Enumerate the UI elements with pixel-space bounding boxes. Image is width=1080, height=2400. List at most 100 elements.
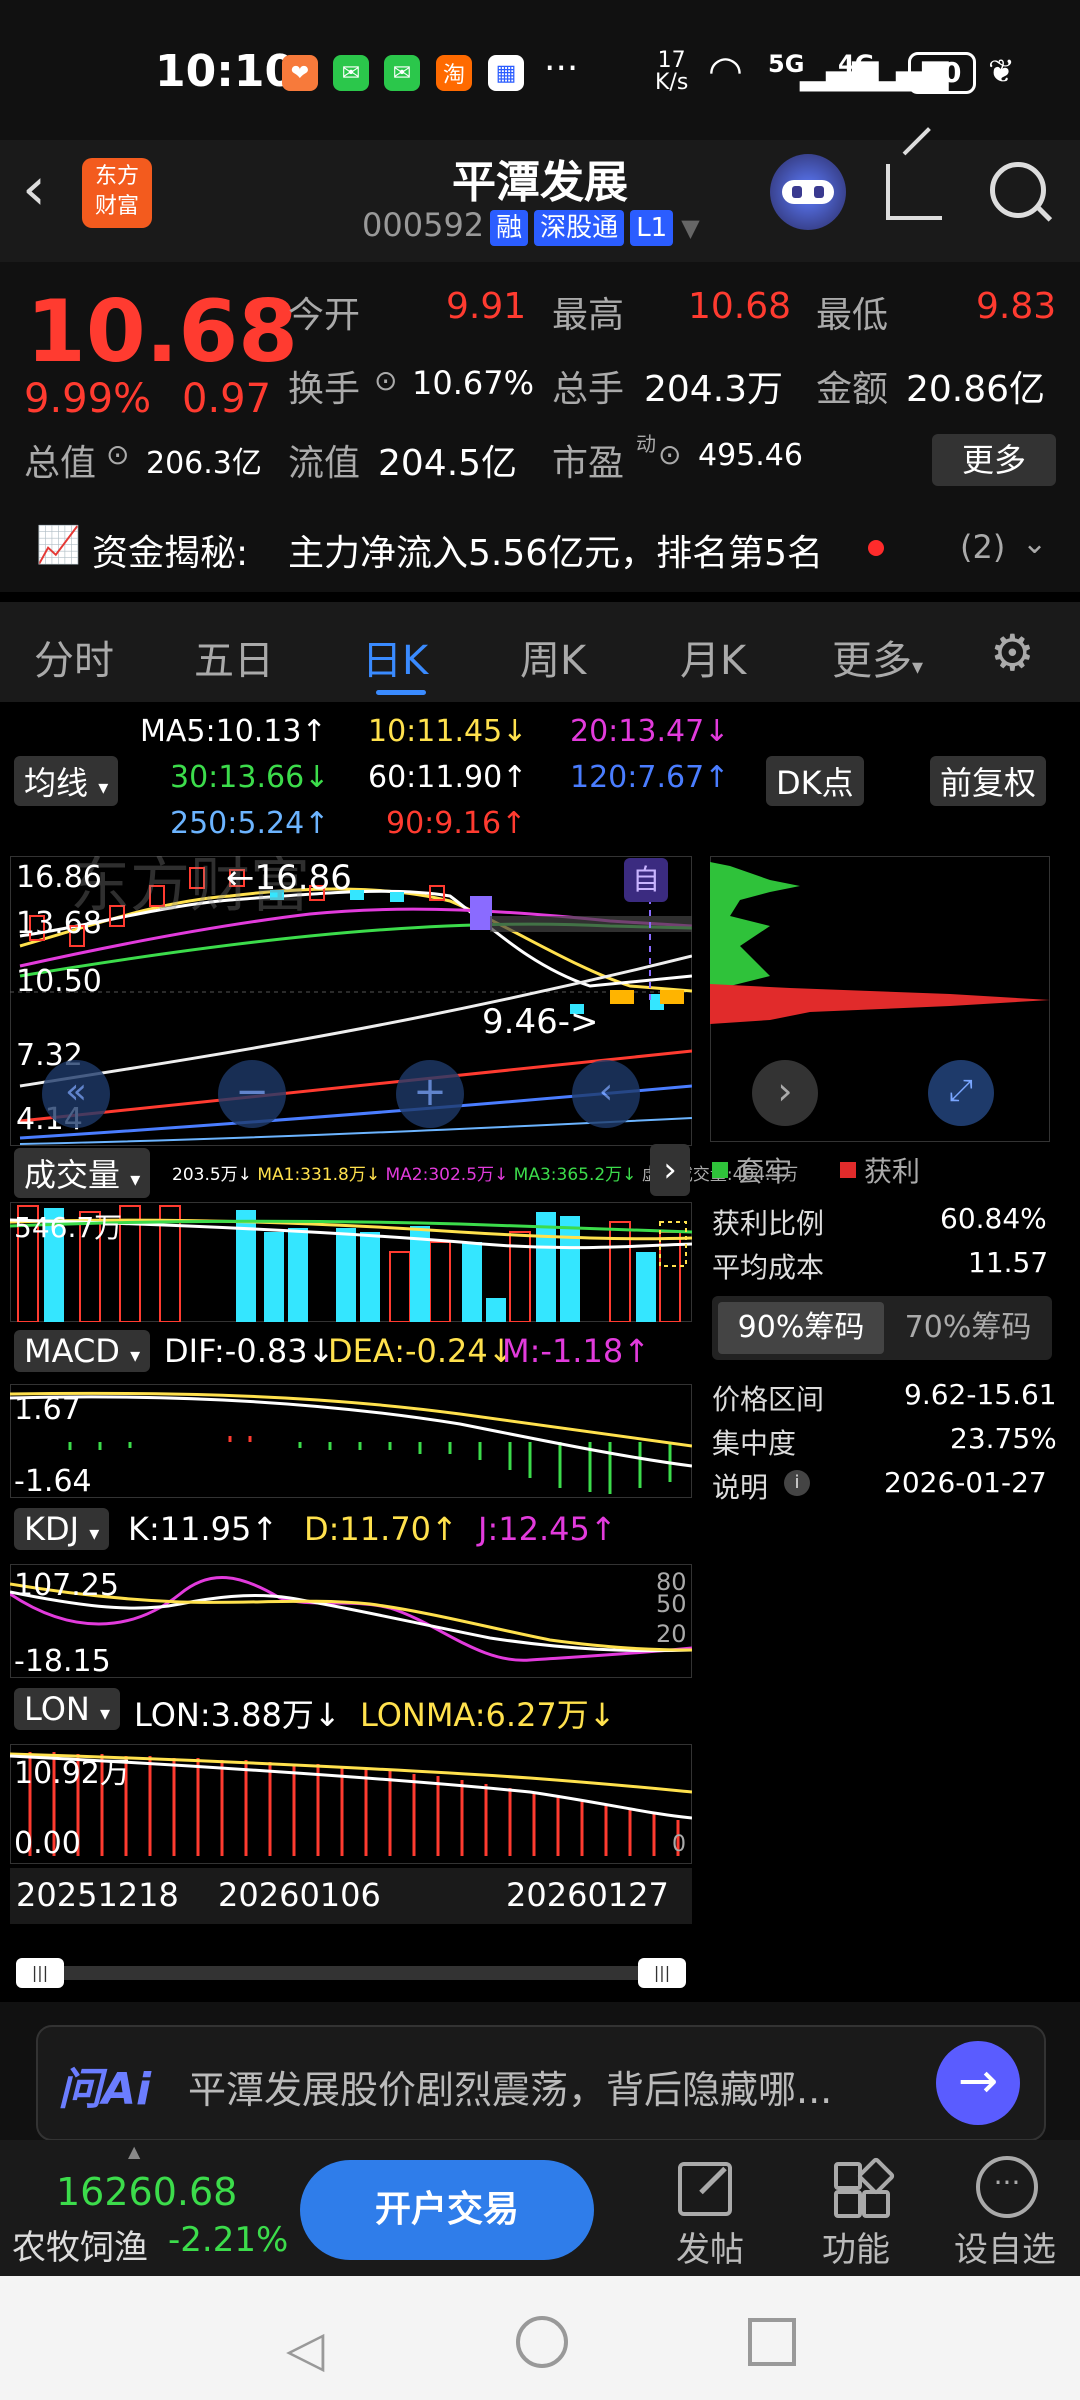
share-icon[interactable] [886, 127, 942, 220]
post-icon[interactable] [674, 2158, 734, 2216]
chip-next-icon[interactable]: › [752, 1060, 818, 1126]
index-change: -2.21% [168, 2220, 289, 2260]
high-label: 最高 [552, 295, 625, 336]
zoom-in-icon[interactable]: + [396, 1060, 464, 1128]
macd-selector-button[interactable]: MACD ▾ [14, 1330, 151, 1372]
trap-legend-swatch [712, 1162, 728, 1178]
tab-daily-k[interactable]: 日K [362, 628, 428, 686]
float-label: 流值 [288, 443, 361, 484]
kline-low-mark: 9.46-> [482, 1002, 599, 1042]
function-grid-icon[interactable] [830, 2156, 896, 2218]
watchlist-label[interactable]: 设自选 [954, 2222, 1056, 2271]
scroll-handle-left[interactable]: ||| [16, 1958, 64, 1988]
macd-m: M:-1.18↑ [502, 1332, 650, 1370]
volume-label: 总手 [552, 369, 625, 410]
nav-back-icon[interactable]: ◁ [286, 2320, 324, 2378]
macd-chart[interactable] [10, 1384, 692, 1498]
avg-cost-label: 平均成本 [712, 1251, 825, 1284]
lon-selector-button[interactable]: LON ▾ [14, 1688, 121, 1730]
adjust-button[interactable]: 前复权 [930, 756, 1047, 806]
info-icon-3[interactable]: ⊙ [658, 438, 681, 471]
kdj-d: D:11.70↑ [304, 1510, 458, 1548]
kdj-y-bottom: -18.15 [14, 1644, 111, 1679]
fund-flow-row[interactable]: 📈 资金揭秘: 主力净流入5.56亿元，排名第5名 (2) ⌄ [0, 510, 1080, 592]
tab-monthly-k[interactable]: 月K [680, 628, 746, 686]
high-value: 10.68 [688, 286, 792, 327]
rewind-icon[interactable]: « [42, 1060, 110, 1128]
dk-point-button[interactable]: DK点 [766, 756, 864, 806]
net-speed: 17 K/s [655, 48, 689, 95]
ma30-legend: 30:13.66↓ [170, 760, 330, 795]
tab-intraday[interactable]: 分时 [34, 628, 114, 686]
scroll-handle-right[interactable]: ||| [638, 1958, 686, 1988]
kdj-selector-button[interactable]: KDJ ▾ [14, 1508, 110, 1550]
auto-badge[interactable]: 自 [624, 858, 668, 902]
scroll-left-icon[interactable]: ‹ [572, 1060, 640, 1128]
ma-selector-button[interactable]: 均线 ▾ [14, 756, 119, 806]
calendar-icon: ▦ [488, 55, 524, 91]
more-button[interactable]: 更多 [932, 434, 1056, 486]
ai-robot-avatar[interactable] [770, 154, 846, 230]
kline-y-3: 10.50 [16, 964, 102, 999]
bottom-toolbar: ▲ 16260.68 农牧饲渔 -2.21% 开户交易 发帖 功能 ··· 设自… [0, 2140, 1080, 2276]
x-label-2: 20260106 [218, 1876, 381, 1914]
zoom-out-icon[interactable]: − [218, 1060, 286, 1128]
time-range-scrollbar[interactable]: ||| ||| [16, 1958, 686, 1988]
index-value[interactable]: 16260.68 [56, 2170, 237, 2214]
more-notifications-icon: ··· [544, 48, 579, 89]
amount-label: 金额 [816, 369, 889, 410]
arrow-right-icon[interactable]: → [936, 2041, 1020, 2125]
taobao-icon: 淘 [436, 55, 472, 91]
x-label-3: 20260127 [506, 1876, 669, 1914]
tab-chip-90[interactable]: 90%筹码 [718, 1302, 884, 1354]
open-value: 9.91 [446, 286, 527, 327]
nav-home-icon[interactable] [516, 2316, 568, 2368]
gear-icon[interactable]: ⚙ [990, 624, 1035, 682]
kline-high-mark: ←16.86 [226, 858, 352, 898]
ma10-legend: 10:11.45↓ [368, 714, 528, 749]
status-time: 10:10 [155, 46, 296, 97]
volume-legend: 203.5万↓ MA1:331.8万↓ MA2:302.5万↓ MA3:365.… [172, 1165, 798, 1185]
collapse-chip-icon[interactable]: › [650, 1144, 690, 1196]
index-name[interactable]: 农牧饲渔 [12, 2220, 148, 2269]
volume-selector-button[interactable]: 成交量 ▾ [14, 1148, 151, 1198]
system-nav-bar: ◁ [0, 2276, 1080, 2400]
info-icon-2[interactable]: ⊙ [106, 438, 129, 471]
volume-value: 204.3万 [644, 369, 784, 410]
fund-label: 资金揭秘: [92, 533, 249, 574]
tab-weekly-k[interactable]: 周K [520, 628, 586, 686]
trap-legend-label: 套牢 [736, 1155, 793, 1188]
x-axis: 20251218 20260106 20260127 [10, 1868, 692, 1924]
note-label: 说明 [712, 1471, 769, 1504]
nav-recents-icon[interactable] [748, 2318, 796, 2366]
low-label: 最低 [816, 295, 889, 336]
post-label[interactable]: 发帖 [676, 2222, 744, 2271]
chevron-down-icon-2: ⌄ [1022, 526, 1048, 561]
tab-more[interactable]: 更多▾ [832, 628, 923, 686]
ma20-legend: 20:13.47↓ [570, 714, 730, 749]
stock-code-row[interactable]: 000592 融深股通 L1 ▼ [362, 206, 700, 246]
lon-y-top: 10.92万 [14, 1756, 130, 1791]
ma250-legend: 250:5.24↑ [170, 806, 330, 841]
trade-button[interactable]: 开户交易 [300, 2160, 594, 2260]
ai-question-bar[interactable]: 问Ai 平潭发展股价剧烈震荡，背后隐藏哪... → [36, 2025, 1046, 2141]
stock-code: 000592 [362, 206, 485, 244]
function-label[interactable]: 功能 [822, 2222, 890, 2271]
profit-legend-swatch [840, 1162, 856, 1178]
pe-label: 市盈 [552, 443, 625, 484]
tab-chip-70[interactable]: 70%筹码 [888, 1302, 1048, 1354]
signal-5g: 5G [768, 50, 805, 78]
more-dots-icon[interactable]: ··· [976, 2156, 1038, 2218]
kdj-j: J:12.45↑ [478, 1510, 617, 1548]
macd-y-top: 1.67 [14, 1392, 81, 1427]
tag-level: L1 [630, 210, 674, 246]
info-icon[interactable]: ⊙ [374, 364, 397, 397]
concentration-value: 23.75% [950, 1422, 1057, 1455]
info-icon-4[interactable]: i [784, 1470, 810, 1496]
expand-icon[interactable]: ⤢ [928, 1060, 994, 1126]
status-bar: 10:10 ❤ ✉ ✉ 淘 ▦ ··· 17 K/s ◠ 5G ▂▄▆ 4G ▂▄… [0, 0, 1080, 140]
x-label-1: 20251218 [16, 1876, 179, 1914]
price-range-value: 9.62-15.61 [904, 1378, 1057, 1411]
search-icon[interactable] [990, 162, 1053, 222]
tab-five-day[interactable]: 五日 [194, 628, 274, 686]
